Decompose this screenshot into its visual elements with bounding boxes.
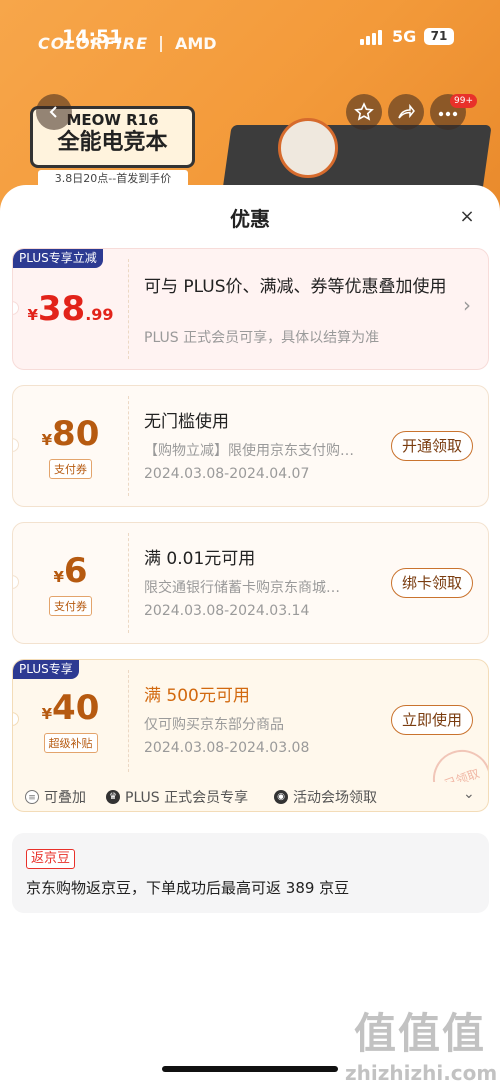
share-button[interactable]: [388, 94, 424, 130]
coupon-type-badge: 支付券: [13, 458, 128, 479]
home-indicator[interactable]: [162, 1066, 338, 1072]
benefit-event-venue: ◉ 活动会场领取: [274, 787, 377, 807]
coupon-title: 满 0.01元可用: [144, 549, 256, 569]
share-icon: [398, 103, 415, 119]
coupon-type-badge: 支付券: [13, 595, 128, 616]
coupon-amount: ¥6: [53, 551, 88, 591]
product-banner: COLORFIRE AMD MEOW R16 全能电竞本 3.8日20点--首发…: [0, 0, 500, 215]
coupon-date: 2024.03.08-2024.04.07: [144, 466, 310, 482]
activate-claim-button[interactable]: 开通领取: [391, 431, 474, 461]
coupon-date: 2024.03.08-2024.03.08: [144, 740, 310, 756]
coupon-amount: ¥40: [41, 688, 100, 728]
crown-icon: ♛: [106, 790, 120, 804]
venue-icon: ◉: [274, 790, 288, 804]
coupon-desc: 【购物立减】限使用京东支付购…: [144, 443, 354, 459]
coupon-amount: ¥80: [41, 414, 100, 454]
stack-icon: ≡: [25, 790, 39, 804]
back-button[interactable]: [36, 94, 72, 130]
mascot-image: [278, 118, 338, 178]
coupon-date: 2024.03.08-2024.03.14: [144, 603, 310, 619]
claimed-stamp: 已领取: [424, 741, 488, 782]
bind-card-claim-button[interactable]: 绑卡领取: [391, 568, 474, 598]
coupon-card: ¥6 支付券 满 0.01元可用 限交通银行储蓄卡购京东商城… 2024.03.…: [12, 522, 489, 644]
plus-tag: PLUS专享: [13, 660, 79, 679]
chevron-left-icon: [49, 106, 57, 118]
more-dots-icon: [438, 111, 458, 117]
close-icon: ×: [459, 206, 475, 227]
benefit-row[interactable]: ≡ 可叠加 ♛ PLUS 正式会员专享 ◉ 活动会场领取 ⌄: [12, 782, 489, 812]
watermark-text: zhizhizhi.com: [345, 1061, 498, 1083]
plus-tag: PLUS专享立减: [13, 249, 103, 268]
network-type: 5G: [392, 27, 417, 46]
chevron-down-icon: ⌄: [463, 786, 475, 802]
star-icon: [354, 102, 374, 121]
coupon-type-badge: 超级补贴: [13, 732, 128, 753]
coupon-title: 可与 PLUS价、满减、券等优惠叠加使用: [144, 277, 447, 297]
chevron-right-icon: ›: [463, 293, 471, 317]
close-button[interactable]: ×: [455, 205, 479, 229]
coupon-title: 满 500元可用: [144, 686, 250, 706]
coupon-amount: ¥38.99: [27, 289, 114, 329]
offers-sheet: 优惠 × PLUS专享立减 ¥38.99 可与 PLUS价、满减、券等优惠叠加使…: [0, 185, 500, 1083]
coupon-card-plus[interactable]: PLUS专享立减 ¥38.99 可与 PLUS价、满减、券等优惠叠加使用 PLU…: [12, 248, 489, 370]
jingdou-text: 京东购物返京豆，下单成功后最高可返 389 京豆: [26, 879, 350, 897]
benefit-plus-member: ♛ PLUS 正式会员专享: [106, 787, 248, 807]
status-bar: 14:51 5G 71: [0, 0, 500, 70]
watermark: 值值值 zhizhizhi.com: [345, 1000, 498, 1083]
benefit-stackable: ≡ 可叠加: [25, 787, 86, 807]
jingdou-tag: 返京豆: [26, 849, 76, 869]
use-now-button[interactable]: 立即使用: [391, 705, 474, 735]
notification-badge: 99+: [450, 94, 477, 108]
status-time: 14:51: [62, 26, 123, 48]
coupon-desc: 限交通银行储蓄卡购京东商城…: [144, 580, 340, 596]
sheet-title: 优惠: [230, 207, 270, 231]
coupon-desc: 仅可购买京东部分商品: [144, 717, 284, 733]
signal-icon: [360, 30, 382, 45]
coupon-title: 无门槛使用: [144, 412, 229, 432]
battery-icon: 71: [424, 28, 454, 45]
coupon-card-plus-subsidy: PLUS专享 ¥40 超级补贴 满 500元可用 仅可购买京东部分商品 2024…: [12, 659, 489, 783]
product-slogan: 全能电竞本: [57, 130, 168, 155]
coupon-card: ¥80 支付券 无门槛使用 【购物立减】限使用京东支付购… 2024.03.08…: [12, 385, 489, 507]
favorite-button[interactable]: [346, 94, 382, 130]
watermark-logo: 值值值: [353, 1009, 486, 1058]
jingdou-rebate-box: 返京豆 京东购物返京豆，下单成功后最高可返 389 京豆: [12, 833, 489, 913]
coupon-desc: PLUS 正式会员可享，具体以结算为准: [144, 330, 380, 346]
